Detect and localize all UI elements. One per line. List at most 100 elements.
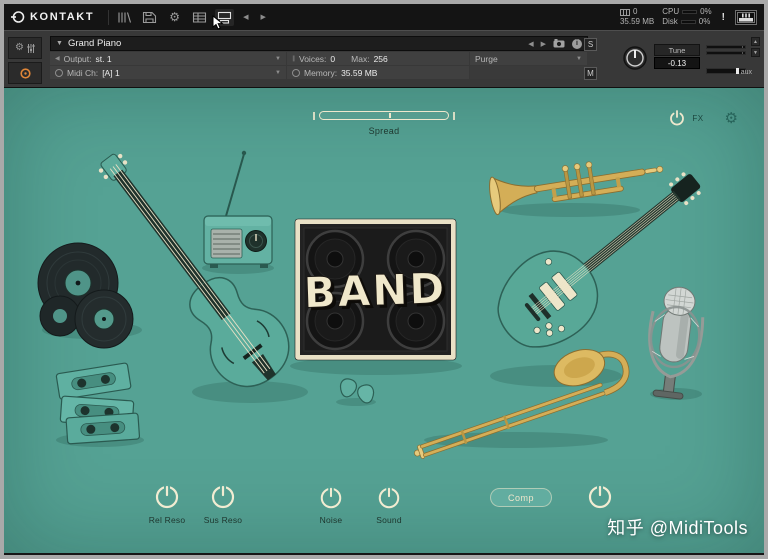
instrument-badge[interactable] [8, 62, 42, 84]
instrument-title-bar[interactable]: ▼ Grand Piano ◀ ▶ i [50, 36, 588, 51]
dropdown-icon: ▼ [275, 69, 281, 76]
max-value: 256 [373, 53, 388, 64]
fader-handle[interactable] [735, 68, 739, 74]
divider [108, 9, 110, 25]
noise-knob[interactable] [319, 486, 343, 510]
rack-main: ▼ Grand Piano ◀ ▶ i ◀ Output: st. 1 ▼ ∥ … [50, 36, 588, 79]
solo-button[interactable]: S [584, 38, 597, 51]
mute-button[interactable]: M [584, 67, 597, 80]
output-select[interactable]: ◀ Output: st. 1 ▼ [50, 52, 286, 65]
midi-channel-select[interactable]: Midi Ch: [A] 1 ▼ [50, 66, 286, 79]
output-arrow-icon: ◀ [55, 56, 60, 62]
midi-icon [55, 68, 63, 77]
meter-right [706, 51, 746, 55]
save-icon[interactable] [140, 9, 159, 26]
tune-label: Tune [654, 44, 700, 56]
speaker-cabinet-art: BAND BAND [294, 218, 457, 361]
memory-icon [292, 68, 300, 77]
dropdown-icon: ▼ [275, 55, 281, 62]
midi-label: Midi Ch: [67, 67, 99, 78]
fx-gear-icon[interactable]: ⚙ [725, 111, 738, 126]
spread-handle[interactable] [389, 113, 392, 118]
instrument-options-button[interactable]: ⚙ [8, 37, 42, 59]
purge-menu[interactable]: Purge ▼ [470, 52, 587, 65]
voices-readout: ∥ Voices: 0 Max: 256 [287, 52, 469, 65]
prev-instrument-icon[interactable]: ◀ [528, 40, 533, 48]
spread-tick-right [453, 111, 455, 120]
band-text: BAND [303, 264, 447, 318]
kontakt-window: KONTAKT ⚙ ◀ ▶ 0 35.59 MB CPU 0% Disk 0% … [0, 0, 768, 559]
grid-view-icon[interactable] [190, 9, 209, 26]
meter-left [706, 45, 746, 49]
wrench-gear-icon: ⚙ [15, 42, 24, 53]
chevron-down-icon: ▼ [56, 40, 63, 47]
cassette-tapes-art [55, 362, 141, 445]
rack-scroll-controls: ▲ ▼ [751, 37, 760, 57]
fx-power-icon[interactable] [669, 110, 685, 126]
watermark: 知乎 @MidiTools [607, 518, 748, 538]
purge-label: Purge [475, 53, 498, 64]
cpu-value: 0% [700, 7, 712, 16]
rel-reso-control: Rel Reso [141, 484, 193, 525]
output-value: st. 1 [95, 53, 112, 64]
noise-control: Noise [305, 486, 357, 525]
mixer-icon [27, 43, 35, 53]
sound-control: Sound [363, 486, 415, 525]
topbar: KONTAKT ⚙ ◀ ▶ 0 35.59 MB CPU 0% Disk 0% … [4, 4, 764, 30]
rel-reso-label: Rel Reso [148, 515, 186, 525]
radio-art [203, 150, 273, 268]
sus-reso-label: Sus Reso [203, 515, 243, 525]
comp-button[interactable]: Comp [490, 488, 552, 507]
mouse-cursor [212, 15, 224, 30]
topbar-status: 0 35.59 MB CPU 0% Disk 0% ! [619, 7, 757, 26]
next-instrument-icon[interactable]: ▶ [541, 40, 546, 48]
sound-label: Sound [376, 515, 402, 525]
cpu-disk-status: CPU 0% Disk 0% [662, 8, 711, 26]
voices-icon: ∥ [292, 56, 295, 62]
scroll-down-icon[interactable]: ▼ [751, 48, 760, 57]
tune-value[interactable]: -0.13 [654, 57, 700, 69]
spread-slider[interactable] [319, 111, 449, 120]
voices-mini-icon [619, 8, 630, 16]
fx-controls: FX ⚙ [669, 110, 738, 126]
gear-icon[interactable]: ⚙ [165, 9, 184, 26]
disk-value: 0% [698, 17, 711, 26]
noise-label: Noise [319, 515, 343, 525]
memory-readout: Memory: 35.59 MB [287, 66, 469, 79]
max-label: Max: [351, 53, 370, 64]
voices-value: 0 [330, 53, 336, 64]
memory-status: 0 35.59 MB [619, 7, 655, 26]
cpu-meter [682, 10, 698, 14]
aux-label[interactable]: aux [741, 69, 752, 76]
instrument-badge-icon [19, 67, 31, 79]
instrument-fields: ◀ Output: st. 1 ▼ ∥ Voices: 0 Max: 256 P… [50, 52, 588, 79]
spread-control: Spread [313, 111, 455, 136]
keyboard-toggle-icon[interactable] [735, 9, 757, 25]
band-artwork: BAND BAND [37, 150, 705, 459]
snapshot-camera-icon[interactable] [553, 39, 565, 48]
unlabeled-knob[interactable] [587, 484, 613, 510]
voices-count: 0 [632, 7, 638, 16]
info-icon[interactable]: i [572, 38, 582, 49]
memory-readout: 35.59 MB [619, 17, 655, 26]
library-browser-icon[interactable] [115, 9, 134, 26]
level-meters [706, 45, 746, 57]
vinyl-records-art [37, 242, 134, 349]
microphone-art [648, 286, 705, 400]
memory-label: Memory: [304, 67, 338, 78]
rel-reso-knob[interactable] [154, 484, 180, 510]
midi-value: [A] 1 [102, 67, 120, 78]
output-label: Output: [63, 53, 92, 64]
panic-button[interactable]: ! [720, 12, 727, 23]
scroll-up-icon[interactable]: ▲ [751, 37, 760, 46]
spread-tick-left [313, 111, 315, 120]
empty-cell [470, 66, 587, 79]
back-arrow-icon[interactable]: ◀ [240, 13, 251, 21]
sound-knob[interactable] [377, 486, 401, 510]
rack-left-column: ⚙ [8, 37, 46, 87]
tune-knob[interactable] [622, 45, 648, 71]
forward-arrow-icon[interactable]: ▶ [258, 13, 269, 21]
sus-reso-knob[interactable] [210, 484, 236, 510]
instrument-name: Grand Piano [67, 38, 122, 49]
fx-label: FX [692, 113, 704, 123]
